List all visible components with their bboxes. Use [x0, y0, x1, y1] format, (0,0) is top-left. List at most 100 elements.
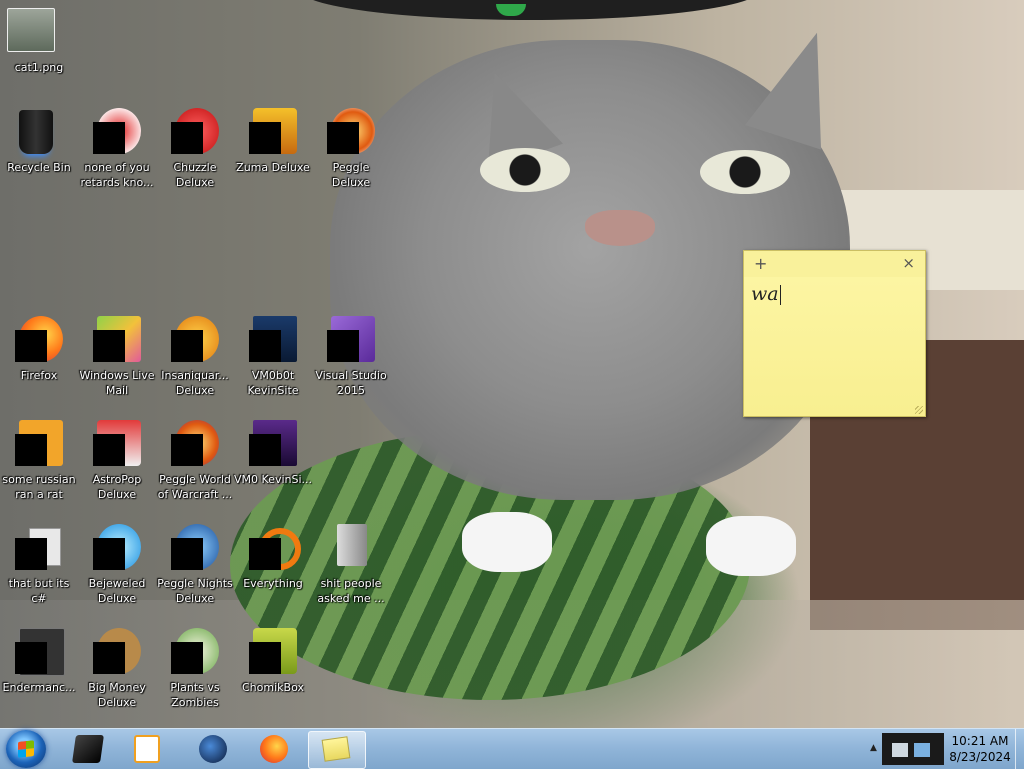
image-file-icon	[7, 8, 63, 56]
e-app-icon	[15, 420, 63, 468]
taskbar-browser[interactable]	[185, 731, 241, 767]
taskbar: ▲ 10:21 AM 8/23/2024	[0, 728, 1024, 769]
taskbar-sticky-notes[interactable]	[308, 731, 366, 769]
visual-studio-icon	[327, 316, 375, 364]
taskbar-media-player[interactable]	[120, 731, 176, 767]
desktop-icon-firefox[interactable]: Firefox	[0, 316, 78, 383]
sticky-note-text[interactable]: wa	[751, 283, 781, 305]
redaction-box	[171, 122, 203, 154]
sticky-notes-icon	[321, 736, 351, 762]
redaction-box	[327, 330, 359, 362]
desktop-icon-visual-studio[interactable]: Visual Studio 2015	[312, 316, 390, 398]
add-note-icon[interactable]: +	[754, 254, 767, 273]
system-tray: ▲ 10:21 AM 8/23/2024	[866, 729, 1018, 769]
fish-icon	[171, 316, 219, 364]
peggle-icon	[327, 108, 375, 156]
desktop-icon-vm0b0t[interactable]: VM0b0t KevinSite	[234, 316, 312, 398]
firefox-icon	[15, 316, 63, 364]
redaction-box	[171, 538, 203, 570]
taskbar-firefox[interactable]	[246, 731, 302, 767]
wallpaper-cat-eye-right	[700, 150, 790, 194]
chomikbox-icon	[249, 628, 297, 676]
desktop-icon-insaniquarium[interactable]: Insaniquar... Deluxe	[156, 316, 234, 398]
redaction-box	[171, 330, 203, 362]
start-button[interactable]	[6, 730, 46, 768]
firefox-icon	[260, 735, 288, 763]
clock-time: 10:21 AM	[951, 734, 1009, 748]
plant-icon	[171, 628, 219, 676]
desktop-icon-peggle-deluxe[interactable]: Peggle Deluxe	[312, 108, 390, 190]
desktop-icon-some-russian[interactable]: some russian ran a rat	[0, 420, 78, 502]
redaction-box	[249, 122, 281, 154]
redaction-box	[327, 122, 359, 154]
money-bag-icon	[93, 628, 141, 676]
volume-icon[interactable]	[914, 743, 930, 757]
sticky-note-content[interactable]: wa	[751, 283, 779, 305]
wallpaper-cat-ear-right	[744, 20, 856, 150]
redaction-box	[93, 642, 125, 674]
desktop-icon-shit-people[interactable]: shit people asked me ...	[312, 524, 390, 606]
taskbar-cmd[interactable]	[60, 731, 116, 767]
redaction-box	[93, 122, 125, 154]
zuma-icon	[249, 108, 297, 156]
desktop-icon-peggle-wow[interactable]: Peggle World of Warcraft ...	[156, 420, 234, 502]
desktop-icon-bejeweled[interactable]: Bejeweled Deluxe	[78, 524, 156, 606]
desktop-icon-recycle-bin[interactable]: Recycle Bin	[0, 108, 78, 175]
desktop-icon-zuma-deluxe[interactable]: Zuma Deluxe	[234, 108, 312, 175]
wallpaper-cat-nose	[585, 210, 655, 246]
desktop-icon-cat1[interactable]: cat1.png	[0, 8, 78, 75]
clock-date: 8/23/2024	[949, 750, 1011, 764]
desktop-icon-that-but-its-cs[interactable]: that but its c#	[0, 524, 78, 606]
desktop-icon-windows-live-mail[interactable]: Windows Live Mail	[78, 316, 156, 398]
wallpaper-cat-eye-left	[480, 148, 570, 192]
app-icon	[93, 108, 141, 156]
media-player-icon	[134, 735, 160, 763]
desktop-icon-vm0[interactable]: VM0 KevinSi...	[234, 420, 312, 487]
peggle-nights-icon	[171, 524, 219, 572]
tray-icons	[882, 733, 944, 765]
desktop-icon-astropop[interactable]: AstroPop Deluxe	[78, 420, 156, 502]
redaction-box	[171, 642, 203, 674]
desktop-icon-endermanch[interactable]: Endermanc...	[0, 628, 78, 695]
redaction-box	[93, 330, 125, 362]
terminal-window-icon	[15, 628, 65, 676]
redaction-box	[249, 434, 281, 466]
windows-logo-icon	[18, 740, 34, 758]
wallpaper-cat-paw-right	[706, 516, 796, 576]
redaction-box	[171, 434, 203, 466]
search-icon	[249, 524, 301, 572]
redaction-box	[249, 538, 281, 570]
sticky-note-titlebar[interactable]: + ×	[744, 251, 925, 277]
redaction-box	[15, 434, 47, 466]
redaction-box	[15, 330, 47, 362]
game-icon	[93, 420, 141, 468]
redaction-box	[15, 642, 47, 674]
peggle-icon	[171, 420, 219, 468]
desktop-icon-none-of-you[interactable]: none of you retards kno...	[78, 108, 156, 190]
sticky-note[interactable]: + × wa	[743, 250, 926, 417]
redaction-box	[249, 330, 281, 362]
monitor-icon	[249, 316, 297, 364]
redaction-box	[249, 642, 281, 674]
desktop-icon-big-money[interactable]: Big Money Deluxe	[78, 628, 156, 710]
desktop-icon-chuzzle-deluxe[interactable]: Chuzzle Deluxe	[156, 108, 234, 190]
close-icon[interactable]: ×	[902, 254, 915, 272]
gem-icon	[93, 524, 141, 572]
redaction-box	[93, 434, 125, 466]
monitor-icon	[249, 420, 297, 468]
file-copy-icon	[15, 524, 63, 572]
clock[interactable]: 10:21 AM 8/23/2024	[944, 733, 1016, 765]
terminal-icon	[72, 735, 104, 763]
folder-icon	[327, 524, 375, 572]
network-icon[interactable]	[892, 743, 908, 757]
mail-icon	[93, 316, 141, 364]
resize-grip-icon[interactable]	[915, 406, 923, 414]
show-hidden-icons-icon[interactable]: ▲	[870, 743, 877, 753]
desktop-icon-chomikbox[interactable]: ChomikBox	[234, 628, 312, 695]
show-desktop-button[interactable]	[1015, 729, 1024, 769]
redaction-box	[15, 538, 47, 570]
redaction-box	[93, 538, 125, 570]
desktop-icon-peggle-nights[interactable]: Peggle Nights Deluxe	[156, 524, 234, 606]
desktop-icon-everything[interactable]: Everything	[234, 524, 312, 591]
desktop-icon-plants-vs-zombies[interactable]: Plants vs Zombies	[156, 628, 234, 710]
